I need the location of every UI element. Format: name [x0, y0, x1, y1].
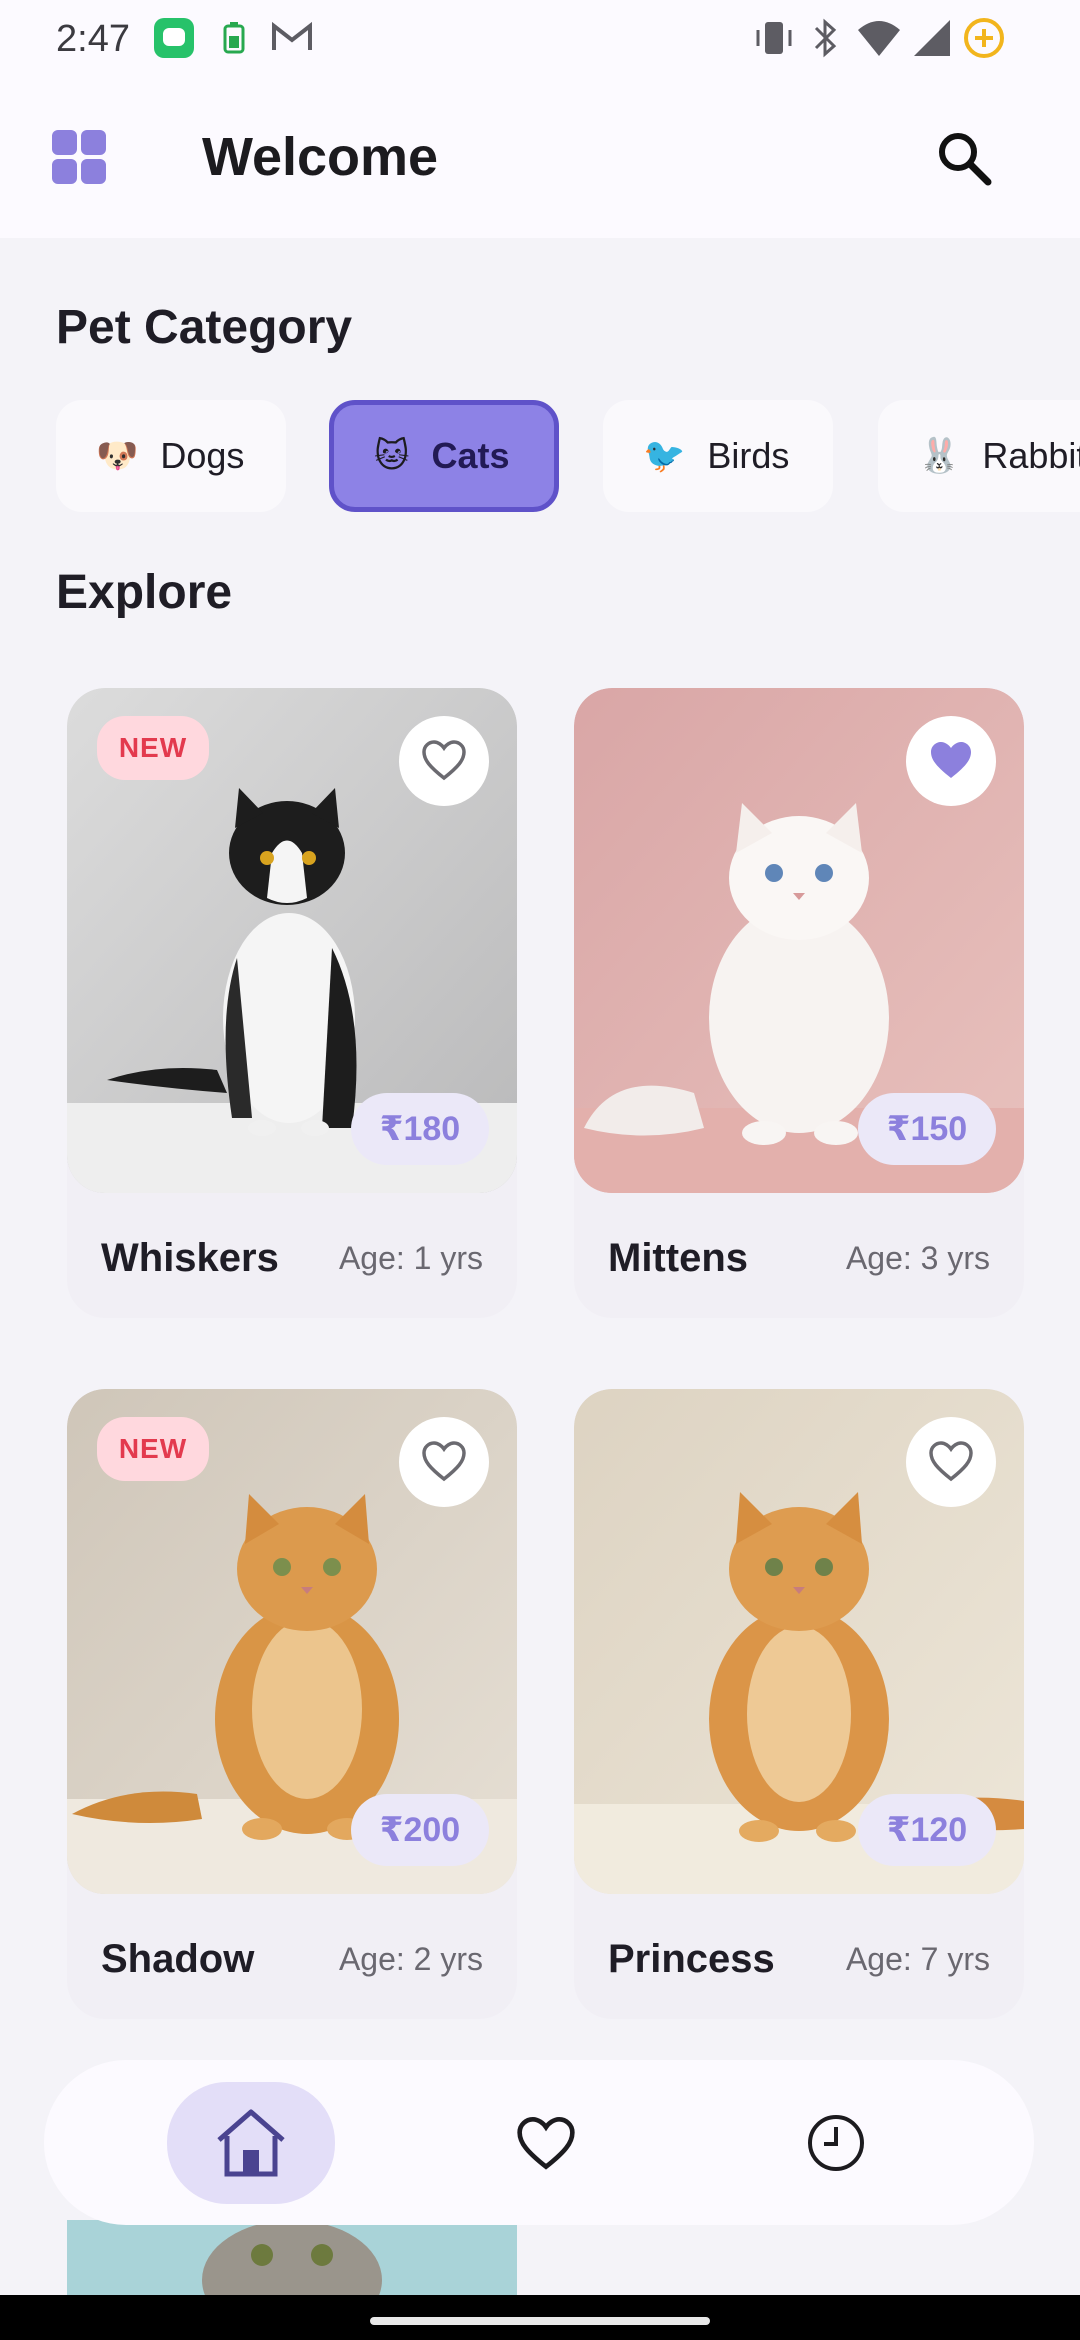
pet-name: Mittens [608, 1236, 748, 1280]
pet-card-mittens[interactable]: ₹150 Mittens Age: 3 yrs [574, 688, 1024, 1318]
pet-name: Whiskers [101, 1236, 279, 1280]
favorite-button[interactable] [399, 716, 489, 806]
home-gesture-handle[interactable] [370, 2317, 710, 2325]
cell-signal-icon [914, 20, 950, 56]
bluetooth-icon [814, 18, 837, 58]
cat-icon: 🐱 [374, 437, 410, 475]
favorite-button[interactable] [399, 1417, 489, 1507]
battery-saver-icon [223, 22, 245, 54]
nav-home[interactable] [167, 2082, 335, 2204]
category-list: 🐶 Dogs 🐱 Cats 🐦 Birds 🐰 Rabbits [0, 400, 1080, 512]
pet-photo [67, 2220, 517, 2300]
app-bar: Welcome [0, 80, 1080, 238]
pet-age: Age: 7 yrs [845, 1941, 990, 1977]
bottom-navigation [44, 2060, 1034, 2225]
pet-card-princess[interactable]: ₹120 Princess Age: 7 yrs [574, 1389, 1024, 2019]
search-icon[interactable] [932, 126, 996, 190]
pet-card-shadow[interactable]: NEW ₹200 Shadow Age: 2 yrs [67, 1389, 517, 2019]
pet-name: Princess [608, 1937, 775, 1981]
favorite-button[interactable] [906, 1417, 996, 1507]
category-label: Dogs [160, 435, 245, 476]
pet-age: Age: 1 yrs [338, 1240, 483, 1276]
new-badge: NEW [97, 1417, 209, 1481]
price-tag: ₹180 [351, 1093, 489, 1165]
pet-name: Shadow [101, 1937, 255, 1981]
page-title: Welcome [202, 127, 439, 187]
home-icon [217, 2109, 285, 2177]
status-time: 2:47 [56, 18, 130, 60]
pet-card-whiskers[interactable]: NEW ₹180 Whiskers Age: 1 yrs [67, 688, 517, 1318]
battery-icon [964, 18, 1004, 58]
favorite-button[interactable] [906, 716, 996, 806]
history-clock-icon [808, 2115, 864, 2171]
dog-icon: 🐶 [96, 437, 139, 475]
heart-outline-icon [929, 1441, 973, 1482]
nav-favorites[interactable] [462, 2082, 630, 2204]
heart-icon [517, 2116, 575, 2170]
rabbit-icon: 🐰 [918, 437, 961, 475]
price-tag: ₹200 [351, 1794, 489, 1866]
status-bar: 2:47 [0, 0, 1080, 80]
heart-filled-icon [931, 742, 971, 778]
pet-card-partial[interactable] [67, 2220, 517, 2300]
vibrate-icon [756, 22, 792, 54]
heart-outline-icon [422, 1441, 466, 1482]
category-label: Birds [707, 435, 790, 476]
category-label: Rabbits [982, 435, 1080, 476]
nav-history[interactable] [752, 2082, 920, 2204]
pet-age: Age: 3 yrs [845, 1240, 990, 1276]
new-badge: NEW [97, 716, 209, 780]
bird-icon: 🐦 [643, 437, 686, 475]
category-section-title: Pet Category [56, 301, 353, 354]
category-chip-birds[interactable]: 🐦 Birds [603, 400, 833, 512]
category-chip-rabbits[interactable]: 🐰 Rabbits [878, 400, 1080, 512]
category-chip-cats[interactable]: 🐱 Cats [329, 400, 559, 512]
price-tag: ₹150 [858, 1093, 996, 1165]
messages-app-icon [154, 18, 194, 58]
category-chip-dogs[interactable]: 🐶 Dogs [56, 400, 286, 512]
heart-outline-icon [422, 740, 466, 781]
wifi-icon [858, 21, 900, 56]
grid-menu-icon[interactable] [48, 126, 110, 188]
explore-section-title: Explore [56, 566, 233, 619]
gmail-icon [272, 21, 312, 50]
pet-age: Age: 2 yrs [338, 1941, 483, 1977]
price-tag: ₹120 [858, 1794, 996, 1866]
category-label: Cats [431, 435, 510, 476]
